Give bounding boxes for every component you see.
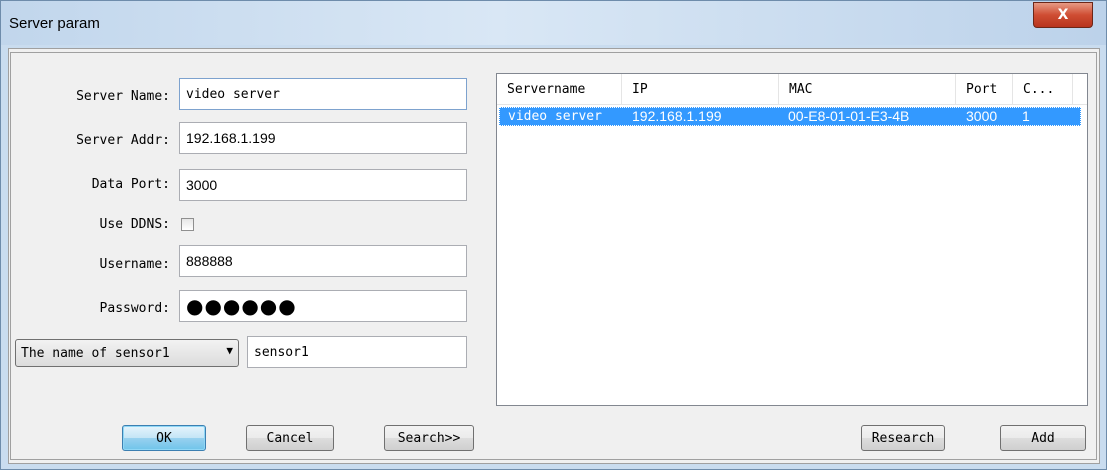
list-header: Servername IP MAC Port C... (497, 74, 1087, 105)
sensor-select-value: The name of sensor1 (21, 345, 170, 361)
server-name-label: Server Name: (76, 89, 170, 104)
use-ddns-checkbox[interactable] (181, 218, 194, 231)
data-port-label: Data Port: (91, 177, 170, 192)
research-button[interactable]: Research (861, 425, 945, 451)
server-addr-label: Server Addr: (76, 133, 170, 148)
username-label: Username: (99, 257, 170, 272)
column-header-servername[interactable]: Servername (497, 74, 622, 104)
server-list[interactable]: Servername IP MAC Port C... video server… (496, 73, 1088, 406)
add-button[interactable]: Add (1000, 425, 1086, 451)
window-title: Server param (9, 15, 100, 32)
column-header-mac[interactable]: MAC (779, 74, 956, 104)
cancel-button[interactable]: Cancel (246, 425, 334, 451)
server-addr-input[interactable]: 192.168.1.199 (179, 122, 467, 154)
data-port-input[interactable]: 3000 (179, 169, 467, 201)
column-header-c[interactable]: C... (1013, 74, 1073, 104)
title-bar[interactable]: Server param X (1, 1, 1106, 45)
password-label: Password: (99, 301, 170, 316)
close-button[interactable]: X (1033, 2, 1093, 28)
sensor-name-input[interactable]: sensor1 (247, 336, 467, 368)
chevron-down-icon: ▼ (226, 344, 233, 357)
row-port: 3000 (966, 108, 998, 124)
close-icon: X (1057, 7, 1069, 23)
row-servername: video server (508, 109, 602, 124)
row-c: 1 (1022, 108, 1030, 124)
password-input[interactable]: ●●●●●● (179, 290, 467, 322)
server-name-input[interactable]: video server (179, 78, 467, 110)
ok-button[interactable]: OK (122, 425, 206, 451)
sensor-select[interactable]: The name of sensor1 ▼ (15, 339, 239, 367)
row-mac: 00-E8-01-01-E3-4B (788, 108, 910, 124)
column-header-port[interactable]: Port (956, 74, 1013, 104)
use-ddns-label: Use DDNS: (99, 217, 170, 232)
column-header-ip[interactable]: IP (622, 74, 779, 104)
search-button[interactable]: Search>> (384, 425, 474, 451)
table-row[interactable]: video server 192.168.1.199 00-E8-01-01-E… (499, 107, 1081, 126)
row-ip: 192.168.1.199 (632, 108, 722, 124)
username-input[interactable]: 888888 (179, 245, 467, 277)
